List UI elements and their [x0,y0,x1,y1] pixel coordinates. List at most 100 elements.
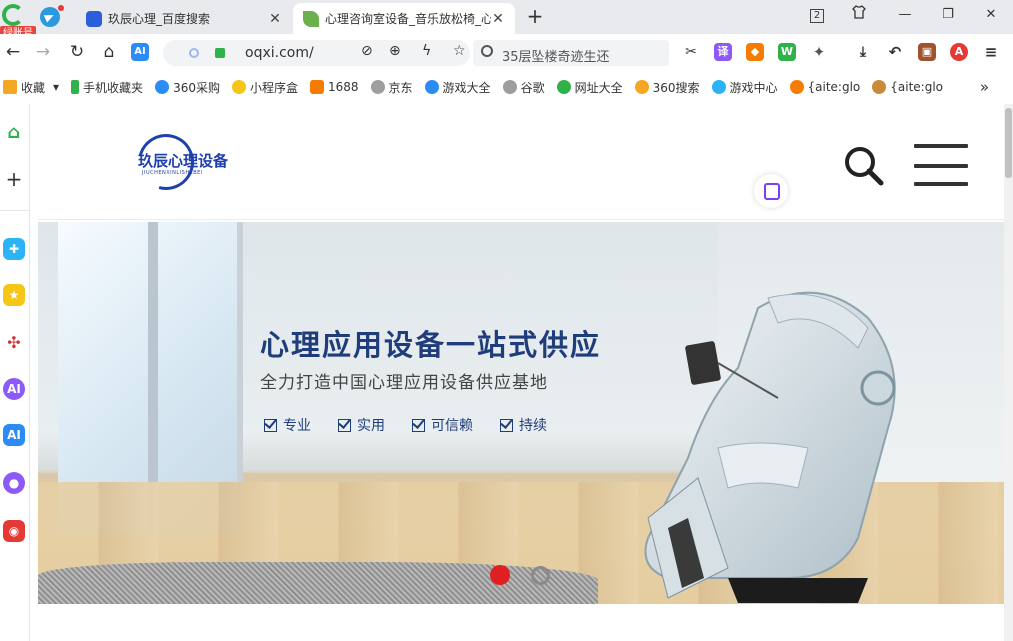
baidu-icon [86,10,102,27]
scrollbar[interactable] [1004,104,1013,641]
massage-chair-image [644,291,896,603]
restore-icon[interactable]: ❐ [933,4,963,26]
check-icon [338,418,351,432]
ai-icon[interactable]: AI [131,43,149,61]
carousel-dot-1[interactable] [490,565,510,585]
new-tab-button[interactable]: + [524,5,546,27]
star-icon[interactable]: ☆ [453,43,466,59]
home-icon[interactable]: ⌂ [98,41,120,63]
hero-banner[interactable]: 心理应用设备一站式供应 全力打造中国心理应用设备供应基地 专业 实用 可信赖 持… [38,222,1004,604]
download-icon[interactable]: ⤓ [854,43,872,61]
close-icon[interactable]: ✕ [268,11,282,27]
bookmark-label: {aite:glo [890,80,944,94]
rug-image [38,562,598,604]
office-icon[interactable]: W [778,43,796,61]
extensions-icon[interactable]: ✦ [810,43,828,61]
bookmark-label: 小程序盒 [249,80,298,95]
bookmark-item[interactable]: 360采购 [155,79,220,96]
logo-subtext: JIUCHENXINLISHEBEI [142,170,203,176]
bookmark-item[interactable]: {aite:glo [872,80,943,94]
close-window-icon[interactable]: ✕ [976,4,1006,26]
phone-icon [71,80,80,94]
bookmark-label: 手机收藏夹 [83,80,144,95]
ai-icon[interactable]: AI [3,378,25,400]
carousel-dot-2[interactable] [531,566,550,585]
bookmark-label: {aite:glo [807,80,861,94]
bookmark-item[interactable]: 小程序盒 [231,79,298,96]
scrollbar-thumb[interactable] [1005,108,1012,178]
tab-title: 玖辰心理_百度搜索 [108,12,211,26]
lightning-icon[interactable]: ϟ [422,43,431,59]
add-icon[interactable]: + [3,168,25,190]
game-controller-icon[interactable]: ◉ [3,520,25,542]
telegram-icon[interactable] [40,7,60,27]
tab-strip: 绿账号 玖辰心理_百度搜索 ✕ 心理咨询室设备_音乐放松椅_心 ✕ + 2 — … [0,0,1013,41]
layers-icon [872,80,887,94]
site-logo[interactable]: 玖辰心理设备 JIUCHENXINLISHEBEI [127,123,254,201]
hamburger-menu-icon[interactable] [914,144,968,188]
globe-icon [502,80,517,94]
bookmark-item[interactable]: 手机收藏夹 [71,79,143,96]
ai-assistant-icon[interactable]: A [950,43,968,61]
bookmark-item[interactable]: 360搜索 [634,79,700,96]
menu-icon[interactable]: ≡ [982,43,1000,61]
tab-current[interactable]: 心理咨询室设备_音乐放松椅_心 ✕ [293,3,515,34]
web-page: 玖辰心理设备 JIUCHENXINLISHEBEI 心理应用设备一站式供应 全力… [38,104,1004,641]
ai-chat-icon[interactable]: AI [3,424,25,446]
shirt-icon[interactable] [844,4,874,26]
tab-baidu[interactable]: 玖辰心理_百度搜索 ✕ [76,3,292,34]
chevron-down-icon[interactable]: ▾ [53,80,59,94]
bookmark-favorites[interactable]: 收藏 ▾ [3,79,59,96]
lock-icon[interactable] [215,48,225,58]
zoom-icon[interactable]: ⊕ [389,43,401,59]
side-panel: ⌂ + ✚ ★ ✣ AI AI ● ◉ [0,104,30,641]
translate-icon[interactable]: 译 [714,43,732,61]
scissors-icon[interactable]: ✂ [682,43,700,61]
bookmark-item[interactable]: 1688 [309,80,359,94]
search-input[interactable]: 35层坠楼奇迹生还 [502,46,610,65]
search-box[interactable]: 35层坠楼奇迹生还 [473,40,669,66]
star-icon[interactable]: ★ [3,284,25,306]
feature-item: 实用 [338,415,385,435]
notification-dot [58,5,64,11]
back-icon[interactable]: ← [2,41,24,63]
close-icon[interactable]: ✕ [491,11,505,27]
address-bar[interactable]: oqxi.com/ ⊘ ⊕ ϟ ☆ [163,40,470,66]
home-icon[interactable]: ⌂ [3,122,25,144]
network-icon[interactable]: ✣ [3,332,25,354]
bookmark-item[interactable]: 京东 [370,79,413,96]
site-icon [556,80,571,94]
link-icon [155,80,170,94]
bookmark-item[interactable]: 网址大全 [556,79,623,96]
game-icon [424,80,439,94]
tab-count-button[interactable]: 2 [802,4,832,26]
tab-title: 心理咨询室设备_音乐放松椅_心 [325,12,491,26]
feature-label: 可信赖 [431,418,473,434]
bookmark-label: 网址大全 [574,80,623,95]
undo-icon[interactable]: ↶ [886,43,904,61]
gamepad-icon[interactable]: ✚ [3,238,25,260]
site-info-icon[interactable] [189,48,199,58]
no-adblock-icon[interactable]: ⊘ [361,43,373,59]
bookmark-label: 360搜索 [652,80,700,95]
bookmark-item[interactable]: 谷歌 [502,79,545,96]
game-icon[interactable]: ◆ [746,43,764,61]
bot-icon[interactable]: ● [3,472,25,494]
bookmark-label: 京东 [388,80,413,95]
bookmark-item[interactable]: 游戏中心 [711,79,778,96]
bookmark-item[interactable]: {aite:glo [789,80,861,94]
reload-icon[interactable]: ↻ [66,41,88,63]
bookmark-item[interactable]: 游戏大全 [424,79,491,96]
forward-icon[interactable]: → [32,41,54,63]
feature-label: 专业 [283,418,311,434]
check-icon [264,418,277,432]
minimize-icon[interactable]: — [890,4,920,26]
1688-icon [309,80,324,94]
bookmarks-more-button[interactable]: » [980,78,989,96]
ai-float-button[interactable] [754,174,788,208]
tab-count: 2 [810,9,824,23]
url-text[interactable]: oqxi.com/ [245,45,314,61]
check-icon [500,418,513,432]
search-icon[interactable] [844,146,884,186]
briefcase-icon[interactable]: ▣ [918,43,936,61]
